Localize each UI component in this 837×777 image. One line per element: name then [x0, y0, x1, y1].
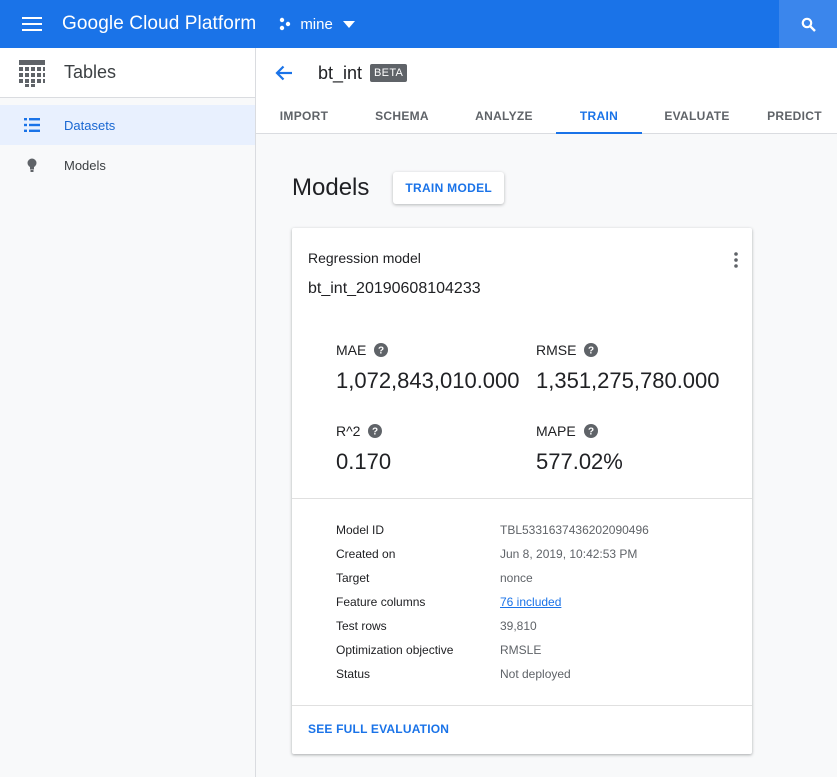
search-icon [801, 17, 816, 32]
detail-key: Feature columns [336, 595, 426, 609]
detail-value: 39,810 [500, 619, 537, 633]
sidebar-item-label: Datasets [64, 117, 116, 133]
svg-text:?: ? [588, 346, 594, 357]
detail-key: Test rows [336, 619, 387, 633]
help-icon[interactable]: ? [374, 343, 389, 357]
metric-value: 0.170 [336, 449, 392, 474]
tab-schema[interactable]: SCHEMA [352, 98, 452, 133]
sidebar-item-label: Models [64, 157, 106, 173]
metric-rmse: RMSE ? 1,351,275,780.000 [536, 342, 720, 394]
detail-value: Not deployed [500, 667, 571, 681]
detail-key: Model ID [336, 523, 385, 537]
metric-value: 577.02% [536, 449, 623, 474]
help-icon[interactable]: ? [368, 424, 383, 438]
dataset-name: bt_int [318, 62, 363, 83]
lightbulb-icon [27, 158, 37, 172]
beta-badge: BETA [370, 64, 408, 82]
tab-analyze[interactable]: ANALYZE [452, 98, 556, 133]
svg-text:?: ? [372, 427, 378, 438]
page-header: bt_int BETA [256, 48, 837, 98]
more-options-button[interactable] [734, 252, 738, 273]
caret-down-icon [342, 20, 355, 28]
tab-predict[interactable]: PREDICT [752, 98, 837, 133]
top-app-bar: Google Cloud Platform mine [0, 0, 837, 48]
detail-key: Optimization objective [336, 643, 454, 657]
menu-button[interactable] [0, 0, 64, 48]
metric-label: MAE [336, 342, 367, 358]
metric-label: R^2 [336, 423, 361, 439]
detail-key: Created on [336, 547, 396, 561]
metric-mae: MAE ? 1,072,843,010.000 [336, 342, 520, 394]
back-button[interactable] [272, 61, 296, 85]
see-full-evaluation-link[interactable]: SEE FULL EVALUATION [308, 722, 449, 736]
detail-row-model-id: Model ID TBL5331637436202090496 [336, 518, 649, 542]
search-button[interactable] [779, 0, 837, 48]
metric-r2: R^2 ? 0.170 [336, 423, 391, 475]
metric-mape: MAPE ? 577.02% [536, 423, 623, 475]
detail-value: Jun 8, 2019, 10:42:53 PM [500, 547, 638, 561]
detail-row-optimization-objective: Optimization objective RMSLE [336, 638, 649, 662]
feature-columns-link[interactable]: 76 included [500, 595, 561, 609]
metric-label: RMSE [536, 342, 577, 358]
sidebar-item-models[interactable]: Models [0, 145, 255, 185]
brand-title[interactable]: Google Cloud Platform [62, 13, 256, 35]
svg-text:?: ? [378, 346, 384, 357]
detail-key: Target [336, 571, 370, 585]
sidebar-item-datasets[interactable]: Datasets [0, 105, 255, 145]
sidebar-header: Tables [0, 48, 255, 98]
detail-key: Status [336, 667, 371, 681]
project-name: mine [300, 15, 333, 33]
project-dots-icon [280, 17, 291, 31]
detail-value: TBL5331637436202090496 [500, 523, 649, 537]
list-icon [24, 118, 40, 132]
detail-value: RMSLE [500, 643, 542, 657]
detail-value: nonce [500, 571, 533, 585]
detail-row-created-on: Created on Jun 8, 2019, 10:42:53 PM [336, 542, 649, 566]
detail-row-test-rows: Test rows 39,810 [336, 614, 649, 638]
detail-row-status: Status Not deployed [336, 662, 649, 686]
model-card: Regression model bt_int_20190608104233 M… [292, 228, 752, 754]
project-selector[interactable]: mine [278, 16, 355, 33]
sidebar-title: Tables [64, 62, 117, 82]
arrow-back-icon [275, 65, 292, 81]
divider [292, 705, 752, 706]
main-content: bt_int BETA IMPORT SCHEMA ANALYZE TRAIN … [256, 48, 837, 777]
metric-label: MAPE [536, 423, 576, 439]
more-vert-icon [734, 252, 738, 268]
model-details: Model ID TBL5331637436202090496 Created … [336, 518, 649, 686]
sidebar: Tables Datasets Models [0, 48, 256, 777]
metric-value: 1,351,275,780.000 [536, 368, 720, 393]
svg-text:?: ? [588, 427, 594, 438]
help-icon[interactable]: ? [584, 343, 599, 357]
detail-row-target: Target nonce [336, 566, 649, 590]
metric-value: 1,072,843,010.000 [336, 368, 520, 393]
tab-train[interactable]: TRAIN [556, 98, 642, 134]
model-type: Regression model [308, 250, 421, 266]
tables-logo-icon [0, 58, 64, 88]
tab-evaluate[interactable]: EVALUATE [642, 98, 752, 133]
detail-row-feature-columns: Feature columns 76 included [336, 590, 649, 614]
tab-import[interactable]: IMPORT [256, 98, 352, 133]
tab-bar: IMPORT SCHEMA ANALYZE TRAIN EVALUATE PRE… [256, 98, 837, 134]
page-title: Models [292, 174, 370, 201]
divider [292, 498, 752, 499]
help-icon[interactable]: ? [583, 424, 598, 438]
model-name: bt_int_20190608104233 [308, 280, 481, 297]
models-toolbar: Models TRAIN MODEL [292, 172, 505, 204]
train-model-button[interactable]: TRAIN MODEL [393, 172, 505, 204]
menu-icon [22, 17, 42, 31]
